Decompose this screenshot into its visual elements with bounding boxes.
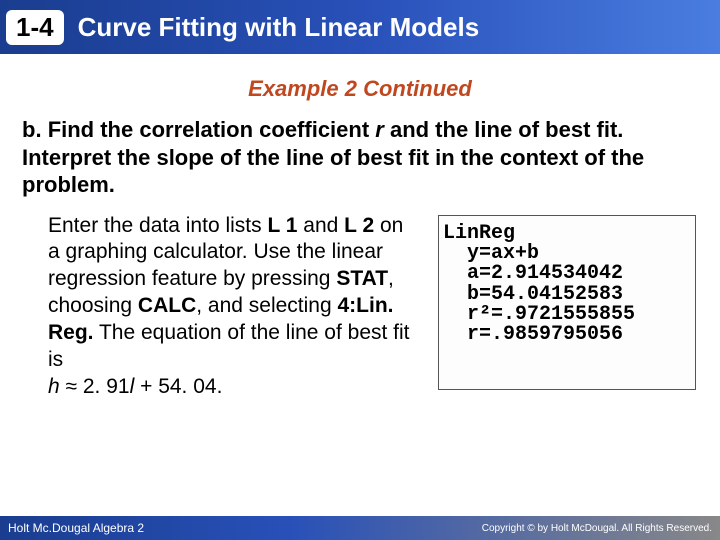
eq-h: h: [48, 375, 60, 398]
instr-seg: Enter the data into lists: [48, 214, 267, 237]
calc-line-6: r=.9859795056: [443, 325, 691, 345]
problem-var-r: r: [375, 117, 384, 142]
instr-L2: L 2: [344, 214, 374, 237]
calc-line-3: a=2.914534042: [443, 264, 691, 284]
eq-rest: + 54. 04.: [134, 375, 222, 398]
calc-line-4: b=54.04152583: [443, 285, 691, 305]
problem-statement: b. Find the correlation coefficient r an…: [0, 102, 720, 199]
footer-copyright: Copyright © by Holt McDougal. All Rights…: [482, 523, 712, 534]
lesson-title: Curve Fitting with Linear Models: [78, 12, 480, 43]
example-title: Example 2 Continued: [0, 76, 720, 102]
instr-calc: CALC: [138, 294, 196, 317]
instr-seg: and: [297, 214, 344, 237]
footer-bar: Holt Mc.Dougal Algebra 2 Copyright © by …: [0, 516, 720, 540]
instr-seg: , and selecting: [196, 294, 337, 317]
content-row: Enter the data into lists L 1 and L 2 on…: [0, 199, 720, 401]
instructions-text: Enter the data into lists L 1 and L 2 on…: [48, 213, 420, 401]
instr-stat: STAT: [336, 267, 388, 290]
footer-publisher: Holt Mc.Dougal Algebra 2: [8, 521, 144, 535]
calc-line-2: y=ax+b: [443, 244, 691, 264]
instr-L1: L 1: [267, 214, 297, 237]
instr-seg: The equation of the line of best fit is: [48, 321, 410, 371]
calc-line-1: LinReg: [443, 224, 691, 244]
problem-label: b.: [22, 117, 42, 142]
calculator-screen: LinReg y=ax+b a=2.914534042 b=54.0415258…: [438, 215, 696, 390]
header-bar: 1-4 Curve Fitting with Linear Models: [0, 0, 720, 54]
lesson-number-badge: 1-4: [6, 10, 64, 45]
eq-approx: ≈ 2. 91: [60, 375, 130, 398]
calc-line-5: r²=.9721555855: [443, 305, 691, 325]
problem-text-1: Find the correlation coefficient: [48, 117, 376, 142]
